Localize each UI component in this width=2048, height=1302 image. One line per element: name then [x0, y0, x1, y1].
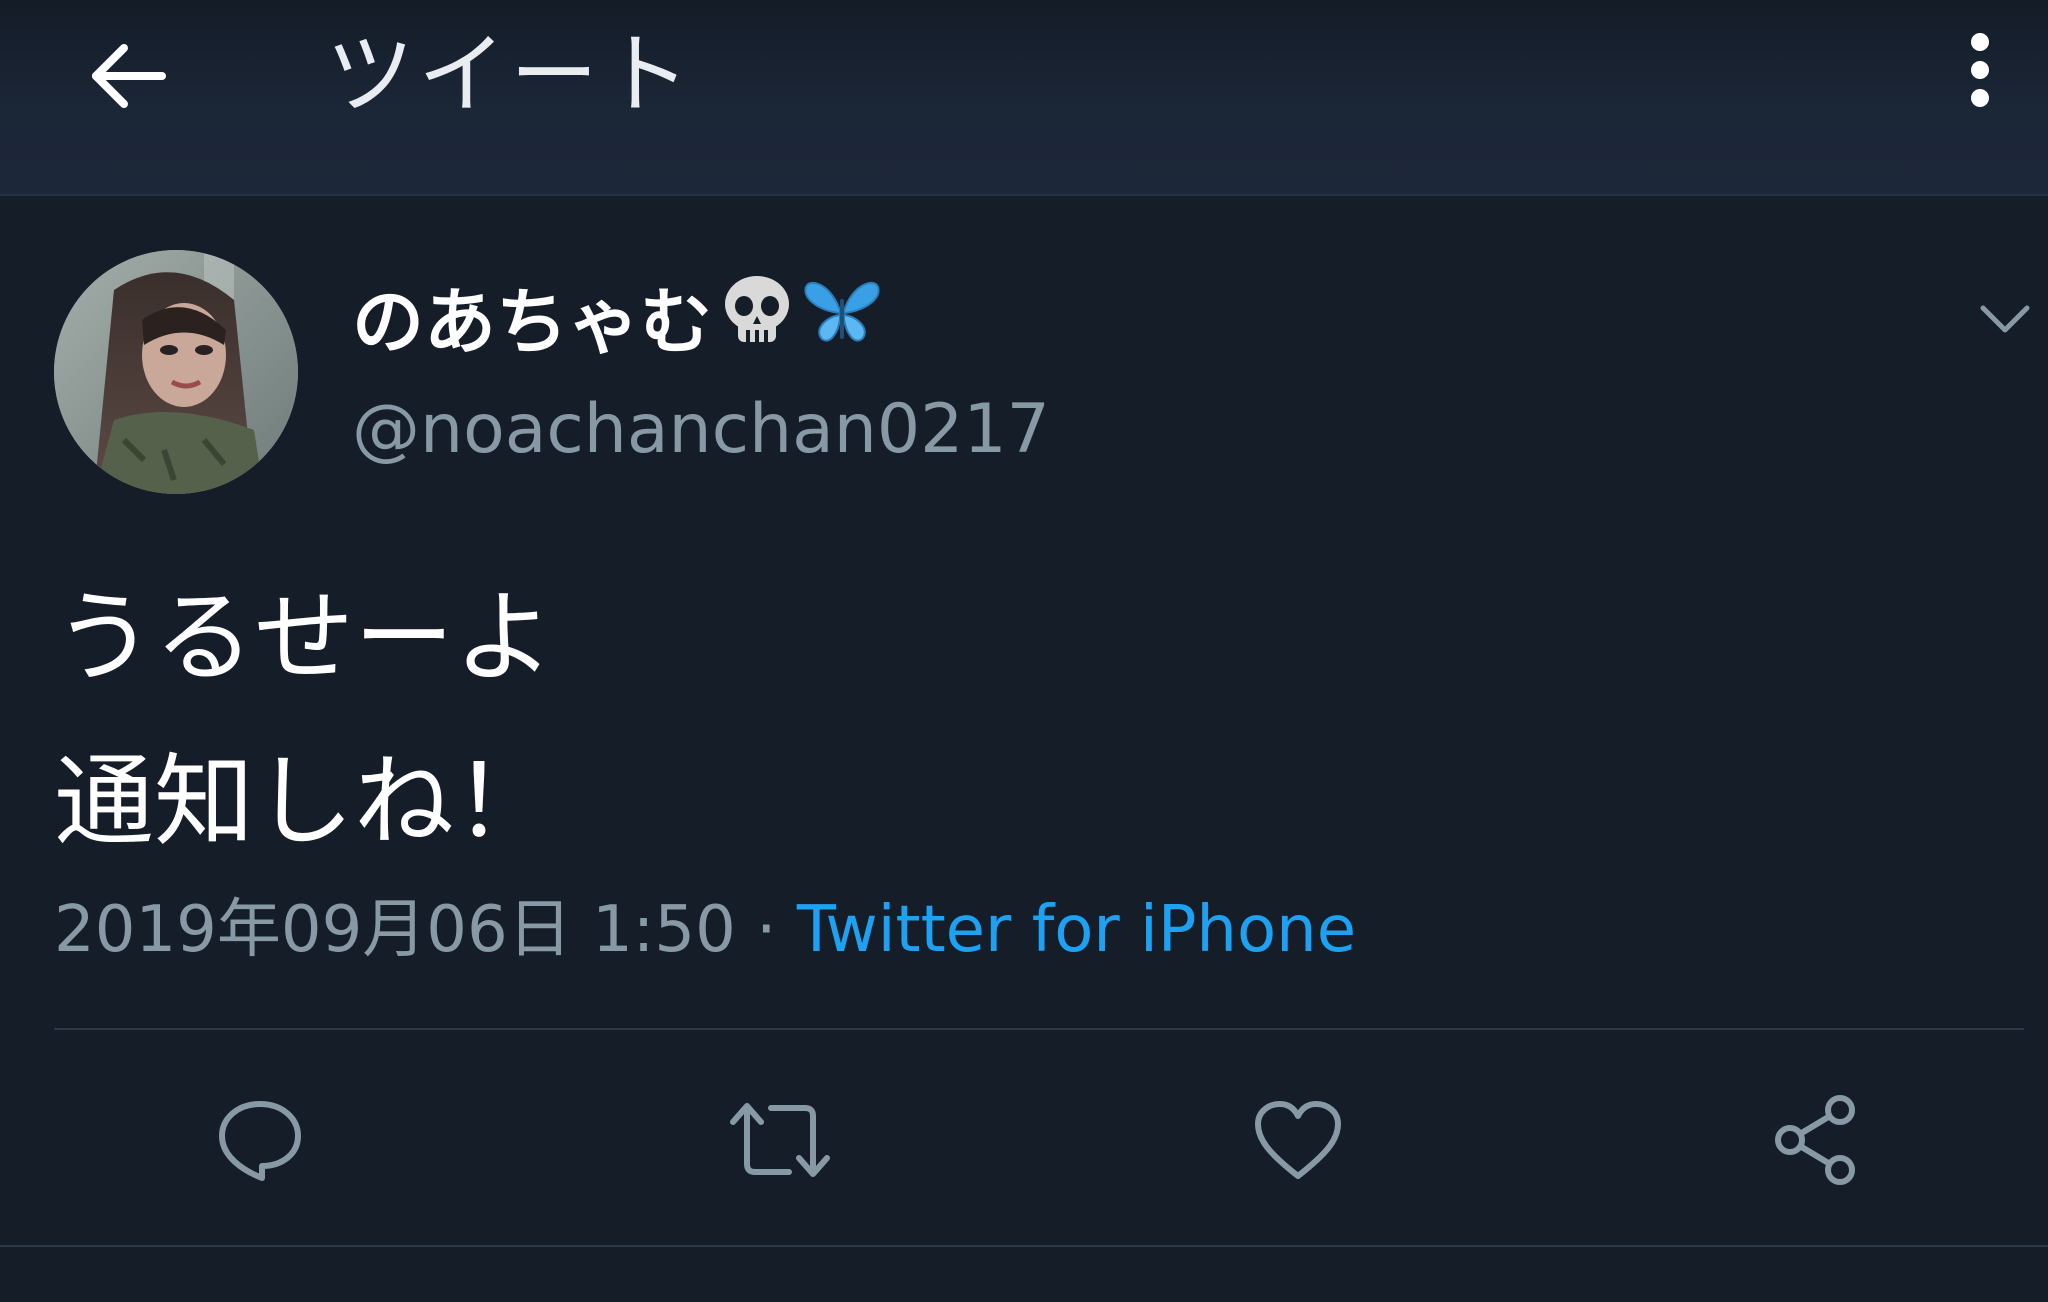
display-name-text: のあちゃむ	[352, 279, 713, 364]
more-options-button[interactable]	[1940, 20, 2020, 120]
tweet-text-line: 通知しね！	[54, 743, 554, 860]
retweet-icon	[730, 1103, 830, 1177]
tweet-text-line: うるせーよ	[54, 579, 554, 696]
heart-icon	[1255, 1101, 1341, 1179]
tweet-timestamp: 2019年09月06日 1:50	[54, 893, 736, 967]
divider	[0, 1245, 2048, 1247]
tweet-actions-bar	[0, 1060, 2048, 1230]
avatar[interactable]	[54, 250, 298, 494]
retweet-button[interactable]	[720, 1080, 840, 1200]
profile-photo	[54, 250, 298, 494]
app-header: ツイート	[0, 0, 2048, 196]
tweet-detail-screen: ツイート のあちゃむ @noachanchan0217 うるせーよ 通知しね！ …	[0, 0, 2048, 1302]
chevron-down-icon	[1980, 305, 2030, 333]
reply-icon	[219, 1101, 301, 1181]
tweet-meta: 2019年09月06日 1:50 · Twitter for iPhone	[54, 882, 1356, 978]
butterfly-emoji	[802, 272, 882, 372]
user-handle[interactable]: @noachanchan0217	[352, 385, 1050, 475]
share-button[interactable]	[1756, 1080, 1876, 1200]
more-vertical-icon-dot	[1971, 61, 1989, 79]
tweet-options-button[interactable]	[1970, 290, 2040, 350]
like-button[interactable]	[1238, 1080, 1358, 1200]
more-vertical-icon-dot	[1971, 89, 1989, 107]
arrow-left-icon	[92, 44, 166, 108]
back-button[interactable]	[78, 26, 178, 126]
share-icon	[1775, 1095, 1855, 1185]
meta-separator: ·	[756, 893, 777, 967]
display-name[interactable]: のあちゃむ	[352, 270, 882, 373]
skull-emoji	[718, 270, 796, 373]
reply-button[interactable]	[200, 1080, 320, 1200]
tweet-source-link[interactable]: Twitter for iPhone	[797, 893, 1356, 967]
page-title: ツイート	[326, 23, 695, 126]
more-vertical-icon	[1971, 33, 1989, 51]
divider	[54, 1028, 2024, 1030]
tweet-body: うるせーよ 通知しね！	[54, 556, 554, 884]
